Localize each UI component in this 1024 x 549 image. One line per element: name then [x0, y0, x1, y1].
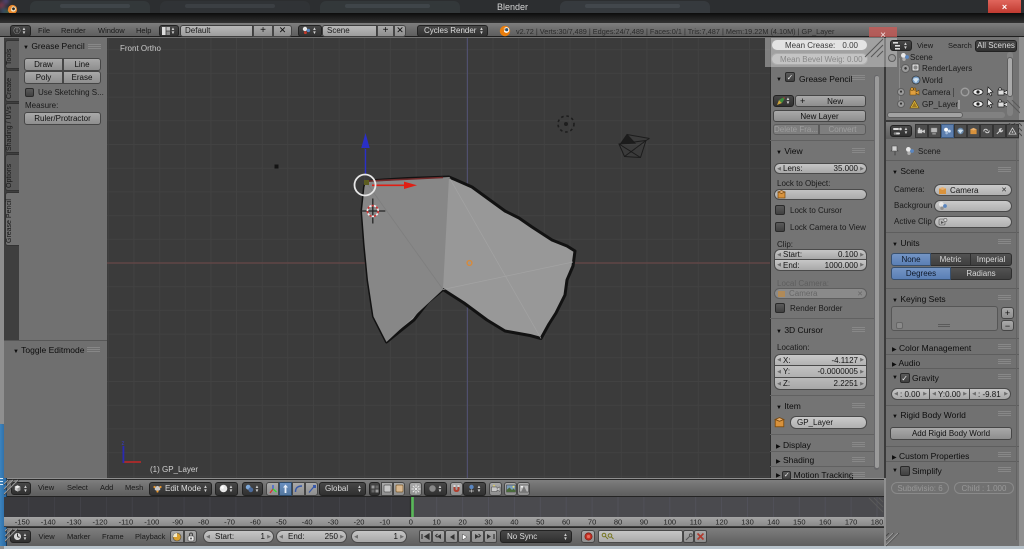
svg-text:-80: -80	[198, 518, 209, 527]
svg-text:10: 10	[433, 518, 441, 527]
svg-text:70: 70	[588, 518, 596, 527]
svg-text:-70: -70	[224, 518, 235, 527]
svg-text:50: 50	[536, 518, 544, 527]
svg-text:Front Ortho: Front Ortho	[120, 44, 161, 53]
svg-text:-50: -50	[276, 518, 287, 527]
svg-text:-110: -110	[119, 518, 133, 527]
svg-text:60: 60	[562, 518, 570, 527]
svg-text:130: 130	[741, 518, 754, 527]
svg-text:20: 20	[458, 518, 466, 527]
svg-text:-20: -20	[354, 518, 365, 527]
svg-text:30: 30	[484, 518, 492, 527]
svg-text:-150: -150	[15, 518, 30, 527]
svg-text:-10: -10	[379, 518, 390, 527]
svg-text:80: 80	[614, 518, 622, 527]
svg-text:40: 40	[510, 518, 518, 527]
svg-text:0: 0	[409, 518, 413, 527]
svg-text:-130: -130	[67, 518, 82, 527]
svg-text:-120: -120	[92, 518, 107, 527]
svg-text:180: 180	[871, 518, 884, 527]
svg-text:-140: -140	[41, 518, 56, 527]
svg-text:110: 110	[690, 518, 702, 527]
svg-text:140: 140	[767, 518, 780, 527]
svg-text:-30: -30	[328, 518, 339, 527]
svg-text:90: 90	[640, 518, 648, 527]
svg-text:150: 150	[793, 518, 806, 527]
svg-text:100: 100	[664, 518, 677, 527]
svg-text:-40: -40	[302, 518, 313, 527]
svg-text:120: 120	[715, 518, 728, 527]
svg-text:(1) GP_Layer: (1) GP_Layer	[150, 465, 198, 474]
svg-text:-60: -60	[250, 518, 261, 527]
svg-text:-100: -100	[144, 518, 159, 527]
svg-text:170: 170	[845, 518, 858, 527]
svg-text:z: z	[122, 441, 125, 447]
svg-text:160: 160	[819, 518, 832, 527]
svg-text:-90: -90	[172, 518, 183, 527]
